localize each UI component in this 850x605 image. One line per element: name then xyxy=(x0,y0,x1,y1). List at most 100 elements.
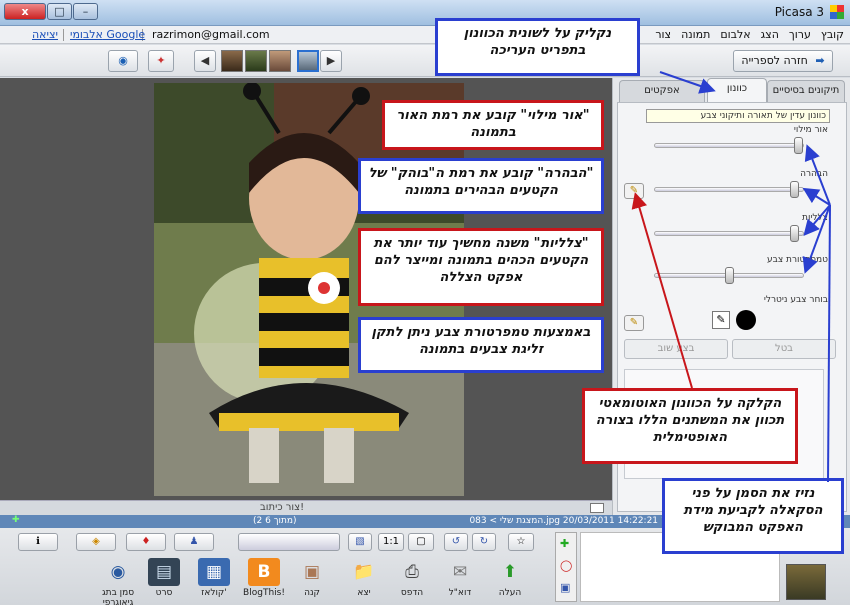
color-temperature-slider-handle[interactable] xyxy=(725,267,734,284)
share-icon: ✦ xyxy=(156,54,166,67)
zoom-slider[interactable] xyxy=(238,533,340,551)
export-glyph: 📁 xyxy=(353,562,375,582)
fill-light-slider[interactable] xyxy=(654,137,804,154)
geotag-button[interactable]: ♦ xyxy=(126,533,166,551)
menu-file[interactable]: קובץ xyxy=(821,28,844,41)
color-temperature-slider[interactable] xyxy=(654,267,804,284)
blogger-glyph: B xyxy=(257,562,271,582)
tray-menu-icon[interactable]: ▣ xyxy=(560,581,570,594)
tooltip: כוונון עדין של תאורה ותיקוני צבע xyxy=(646,109,830,123)
tab-tuning[interactable]: כוונון xyxy=(707,78,767,102)
actual-size-icon: 1:1 xyxy=(382,536,400,547)
geotag-icon[interactable]: ◉ xyxy=(102,558,134,586)
actual-size-button[interactable]: 1:1 xyxy=(378,533,404,551)
back-to-library-button[interactable]: חזרה לספרייה ➡ xyxy=(733,50,833,72)
close-window-button[interactable]: x xyxy=(4,3,46,20)
wand-icon: ✎ xyxy=(629,317,639,328)
menu-create[interactable]: צור xyxy=(655,28,671,41)
shadows-slider-handle[interactable] xyxy=(790,225,799,242)
menu-bar: קובץ ערוך הצג אלבום תמונה צור razrimon@g… xyxy=(0,26,850,44)
menu-album[interactable]: אלבום xyxy=(720,28,750,41)
print-icon[interactable]: ⎙ xyxy=(396,558,428,586)
maximize-window-button[interactable]: □ xyxy=(47,3,72,20)
shop-label: קנה xyxy=(304,588,320,598)
menu-divider xyxy=(63,29,64,41)
star-button[interactable]: ☆ xyxy=(508,533,534,551)
caption-input[interactable]: צור כיתוב! xyxy=(260,502,304,513)
expand-icon[interactable]: ✚ xyxy=(12,515,20,525)
email-icon[interactable]: ✉ xyxy=(444,558,476,586)
geotag-label: סמן בתג גיאוגרפי xyxy=(101,588,135,605)
keyboard-icon[interactable] xyxy=(590,503,604,513)
info-icon: ℹ xyxy=(36,536,40,547)
share-button[interactable]: ✦ xyxy=(148,50,174,72)
exit-link[interactable]: יציאה xyxy=(32,28,58,41)
note-drag-slider: נזיז את הסמן על פני הסקאלה לקביעת מידת ה… xyxy=(662,478,844,554)
highlights-slider[interactable] xyxy=(654,181,804,198)
shop-icon[interactable]: ▣ xyxy=(296,558,328,586)
menu-items: קובץ ערוך הצג אלבום תמונה צור xyxy=(655,28,844,41)
fullscreen-button[interactable]: ▢ xyxy=(408,533,434,551)
globe-button[interactable]: ◉ xyxy=(108,50,138,72)
picasa-window: x □ – Picasa 3 קובץ ערוך הצג אלבום תמונה… xyxy=(0,0,850,605)
star-icon: ☆ xyxy=(516,536,526,547)
tray-thumbnail[interactable] xyxy=(786,564,826,600)
slider-label-shadows: צלליות xyxy=(802,213,828,223)
blogger-icon[interactable]: B xyxy=(248,558,280,586)
wand-icon: ✎ xyxy=(629,185,639,196)
collage-icon[interactable]: ▦ xyxy=(198,558,230,586)
email-label: דוא"ל xyxy=(448,588,472,598)
menu-edit[interactable]: ערוך xyxy=(789,28,811,41)
menu-view[interactable]: הצג xyxy=(761,28,779,41)
people-button[interactable]: ♟ xyxy=(174,533,214,551)
movie-glyph: ▤ xyxy=(155,562,173,582)
filmstrip-thumbnail-selected[interactable] xyxy=(297,50,319,72)
slider-label-highlights: הבהרה xyxy=(800,169,828,179)
picasa-logo-icon xyxy=(830,5,844,19)
rotate-left-icon: ↺ xyxy=(451,536,461,547)
note-color-temperature: באמצעות טמפרטורת צבע ניתן לתקן זליגת צבע… xyxy=(358,317,604,373)
movie-label: סרט xyxy=(155,588,173,598)
tray-side-controls: ✚ ◯ ▣ xyxy=(555,532,577,602)
filmstrip-thumbnail[interactable] xyxy=(221,50,243,72)
upload-glyph: ⬆ xyxy=(502,562,518,582)
auto-neutral-color-button[interactable]: ✎ xyxy=(624,315,644,331)
eyedropper-icon[interactable]: ✎ xyxy=(712,311,730,329)
shadows-slider[interactable] xyxy=(654,225,804,242)
arrow-left-icon: ◀ xyxy=(200,54,210,67)
previous-photo-button[interactable]: ◀ xyxy=(194,50,216,72)
filmstrip-thumbnail[interactable] xyxy=(245,50,267,72)
info-button[interactable]: ℹ xyxy=(18,533,58,551)
export-label: יצא xyxy=(357,588,371,598)
tab-effects[interactable]: אפקטים xyxy=(619,80,705,102)
remove-from-tray-icon[interactable]: ◯ xyxy=(560,559,572,572)
google-albums-link[interactable]: אלבומי Google xyxy=(70,28,145,41)
undo-button[interactable]: בטל xyxy=(732,339,836,359)
redo-button[interactable]: בצע שוב xyxy=(624,339,728,359)
filmstrip-thumbnail[interactable] xyxy=(269,50,291,72)
highlights-slider-handle[interactable] xyxy=(790,181,799,198)
back-to-library-label: חזרה לספרייה xyxy=(741,54,808,67)
fill-light-slider-handle[interactable] xyxy=(794,137,803,154)
email-glyph: ✉ xyxy=(452,562,468,582)
rotate-right-button[interactable]: ↻ xyxy=(472,533,496,551)
note-auto-tuning: הקלקה על הכוונון האוטומאטי תכוון את המשת… xyxy=(582,388,798,464)
menu-picture[interactable]: תמונה xyxy=(681,28,710,41)
fit-button[interactable]: ▧ xyxy=(348,533,372,551)
auto-tuning-button[interactable]: ✎ xyxy=(624,183,644,199)
next-photo-button[interactable]: ▶ xyxy=(320,50,342,72)
rotate-left-button[interactable]: ↺ xyxy=(444,533,468,551)
toolbar: ◉ ✦ ◀ ▶ חזרה לספרייה ➡ xyxy=(0,45,850,77)
note-fill-light: "אור מילוי" קובע את רמת האור בתמונה xyxy=(382,100,604,150)
label-button[interactable]: ◈ xyxy=(76,533,116,551)
export-icon[interactable]: 📁 xyxy=(348,558,380,586)
tab-basic-fixes[interactable]: תיקונים בסיסיים xyxy=(767,80,845,102)
minimize-window-button[interactable]: – xyxy=(73,3,98,20)
upload-icon[interactable]: ⬆ xyxy=(494,558,526,586)
add-to-tray-icon[interactable]: ✚ xyxy=(560,537,569,550)
slider-label-fill-light: אור מילוי xyxy=(793,125,828,135)
collage-glyph: ▦ xyxy=(205,562,223,582)
neutral-color-swatch xyxy=(736,310,756,330)
movie-icon[interactable]: ▤ xyxy=(148,558,180,586)
blogger-label: BlogThis! xyxy=(243,588,285,598)
